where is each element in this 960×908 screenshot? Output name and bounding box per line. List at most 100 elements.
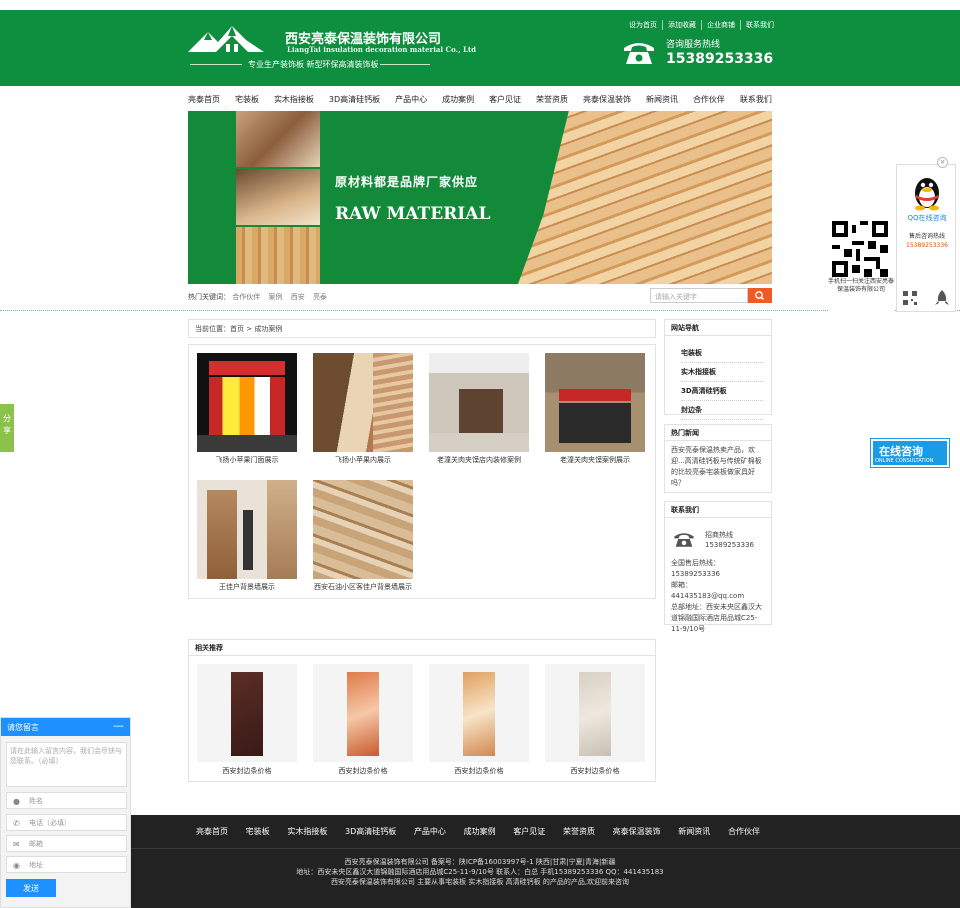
- message-box: 请您留言 — 请在此输入留言内容，我们会尽快与您联系。（必填） ● 姓名 ✆ 电话（…: [0, 717, 131, 908]
- case-image[interactable]: [197, 480, 297, 579]
- footer-nav-item[interactable]: 亮泰首页: [196, 826, 228, 837]
- nav-item-wood[interactable]: 实木指接板: [274, 94, 314, 105]
- sidebar-nav-title: 网站导航: [665, 320, 771, 336]
- nav-item-contact[interactable]: 联系我们: [740, 94, 772, 105]
- footer-nav-item[interactable]: 宅装板: [246, 826, 270, 837]
- recommend-image[interactable]: [429, 664, 529, 762]
- search-button[interactable]: [748, 288, 772, 303]
- footer-line: 地址：西安未央区鑫汉大道锦融国际酒店用品城C25-11-9/10号 联系人：白总…: [296, 868, 664, 876]
- footer-nav-item[interactable]: 新闻资讯: [678, 826, 710, 837]
- recommend-caption[interactable]: 西安封边条价格: [313, 766, 413, 776]
- recommend-caption[interactable]: 西安封边条价格: [429, 766, 529, 776]
- hot-keywords-label: 热门关键词：: [188, 293, 230, 301]
- case-image[interactable]: [313, 480, 413, 579]
- top-link-contact[interactable]: 联系我们: [741, 20, 779, 30]
- case-caption[interactable]: 老潼关肉夹馍案例展示: [545, 455, 645, 465]
- case-item[interactable]: 飞扬小苹果门面展示: [197, 353, 297, 465]
- name-field[interactable]: ● 姓名: [6, 792, 127, 809]
- minimize-icon[interactable]: —: [113, 719, 124, 732]
- sidebar-contact: 联系我们 招商热线 15389253336 全国售后热线：15389253336…: [664, 501, 772, 633]
- case-item[interactable]: 老潼关肉夹馍店内装修案例: [429, 353, 529, 465]
- sidebar-nav-item[interactable]: 宅装板: [681, 344, 763, 363]
- footer-nav-item[interactable]: 成功案例: [464, 826, 496, 837]
- case-caption[interactable]: 老潼关肉夹馍店内装修案例: [429, 455, 529, 465]
- send-button[interactable]: 发送: [6, 879, 56, 897]
- keyword-link[interactable]: 西安: [291, 293, 305, 301]
- qq-online-label[interactable]: QQ在线咨询: [897, 213, 957, 223]
- footer-nav-item[interactable]: 荣誉资质: [563, 826, 595, 837]
- recommend-image[interactable]: [545, 664, 645, 762]
- footer-nav-item[interactable]: 实木指接板: [287, 826, 327, 837]
- top-link-favorite[interactable]: 添加收藏: [663, 20, 702, 30]
- close-icon[interactable]: ×: [937, 157, 948, 168]
- nav-item-decoration[interactable]: 亮泰保温装饰: [583, 94, 631, 105]
- online-consult-button[interactable]: 在线咨询 ONLINE CONSULTATION: [871, 439, 949, 467]
- sidebar-nav-item[interactable]: 封边条: [681, 401, 763, 420]
- share-tab[interactable]: 分享: [0, 404, 14, 452]
- footer-nav-item[interactable]: 亮泰保温装饰: [613, 826, 661, 837]
- recommend-item[interactable]: 西安封边条价格: [545, 664, 645, 776]
- nav-item-clients[interactable]: 客户见证: [489, 94, 521, 105]
- sidebar-nav-item[interactable]: 3D高清硅钙板: [681, 382, 763, 401]
- case-caption[interactable]: 飞扬小苹果内展示: [313, 455, 413, 465]
- message-box-header[interactable]: 请您留言 —: [1, 718, 130, 736]
- top-strip: [0, 0, 960, 10]
- online-consult-cn: 在线咨询: [879, 445, 923, 458]
- case-item[interactable]: 王佳户背景墙展示: [197, 480, 297, 592]
- qr-code-icon[interactable]: [903, 291, 917, 305]
- case-caption[interactable]: 飞扬小苹果门面展示: [197, 455, 297, 465]
- message-textarea[interactable]: 请在此输入留言内容，我们会尽快与您联系。（必填）: [6, 742, 127, 787]
- case-caption[interactable]: 王佳户背景墙展示: [197, 582, 297, 592]
- banner-wood-planks: [518, 111, 772, 284]
- recommend-item[interactable]: 西安封边条价格: [429, 664, 529, 776]
- case-image[interactable]: [545, 353, 645, 452]
- qq-penguin-icon[interactable]: [910, 171, 944, 211]
- case-image[interactable]: [313, 353, 413, 452]
- case-image[interactable]: [197, 353, 297, 452]
- hotline-number: 15389253336: [666, 51, 774, 67]
- nav-item-partners[interactable]: 合作伙伴: [693, 94, 725, 105]
- footer-nav-item[interactable]: 3D高清硅钙板: [345, 826, 396, 837]
- phone-field[interactable]: ✆ 电话（必填）: [6, 814, 127, 831]
- nav-item-honors[interactable]: 荣誉资质: [536, 94, 568, 105]
- contact-hotline: 15389253336: [705, 541, 754, 549]
- nav-item-products[interactable]: 产品中心: [395, 94, 427, 105]
- phone-icon: ✆: [13, 819, 20, 828]
- top-link-set-home[interactable]: 设为首页: [624, 20, 663, 30]
- sidebar-nav-item[interactable]: 实木指接板: [681, 363, 763, 382]
- search-input[interactable]: 请输入关键字: [650, 288, 748, 303]
- email-field[interactable]: ✉ 邮箱: [6, 835, 127, 852]
- rocket-top-icon[interactable]: [935, 290, 949, 306]
- nav-item-home[interactable]: 亮泰首页: [188, 94, 220, 105]
- recommend-caption[interactable]: 西安封边条价格: [545, 766, 645, 776]
- footer-nav-item[interactable]: 客户见证: [513, 826, 545, 837]
- case-item[interactable]: 西安石油小区客佳户背景墙展示: [313, 480, 413, 592]
- recommend-item[interactable]: 西安封边条价格: [197, 664, 297, 776]
- case-item[interactable]: 飞扬小苹果内展示: [313, 353, 413, 465]
- recommend-image[interactable]: [313, 664, 413, 762]
- keyword-link[interactable]: 合作伙伴: [232, 293, 260, 301]
- qr-panel: 手机扫一扫关注西安亮泰保温装饰有限公司: [828, 219, 894, 312]
- slogan: 专业生产装饰板 新型环保高清装饰板: [248, 60, 379, 69]
- nav-item-zhai[interactable]: 宅装板: [235, 94, 259, 105]
- keyword-link[interactable]: 案例: [268, 293, 282, 301]
- case-caption[interactable]: 西安石油小区客佳户背景墙展示: [313, 582, 413, 592]
- case-item[interactable]: 老潼关肉夹馍案例展示: [545, 353, 645, 465]
- address-field[interactable]: ◉ 地址: [6, 856, 127, 873]
- keyword-link[interactable]: 亮泰: [313, 293, 327, 301]
- nav-item-3d[interactable]: 3D高清硅钙板: [329, 94, 380, 105]
- nav-item-cases[interactable]: 成功案例: [442, 94, 474, 105]
- slogan-line-left: [190, 64, 242, 65]
- user-icon: ●: [13, 797, 20, 806]
- case-image[interactable]: [429, 353, 529, 452]
- recommend-image[interactable]: [197, 664, 297, 762]
- nav-item-news[interactable]: 新闻资讯: [646, 94, 678, 105]
- recommend-item[interactable]: 西安封边条价格: [313, 664, 413, 776]
- recommend-caption[interactable]: 西安封边条价格: [197, 766, 297, 776]
- telephone-icon: [624, 43, 654, 64]
- footer-nav-item[interactable]: 产品中心: [414, 826, 446, 837]
- top-link-shop[interactable]: 企业商铺: [702, 20, 741, 30]
- footer-nav-item[interactable]: 合作伙伴: [728, 826, 760, 837]
- location-icon: ◉: [13, 861, 20, 870]
- sidebar-news-list[interactable]: 西安亮泰保温热卖产品，欢迎...高清硅钙板与传统矿棉板的比较亮泰宅装板做家具好吗…: [665, 441, 771, 493]
